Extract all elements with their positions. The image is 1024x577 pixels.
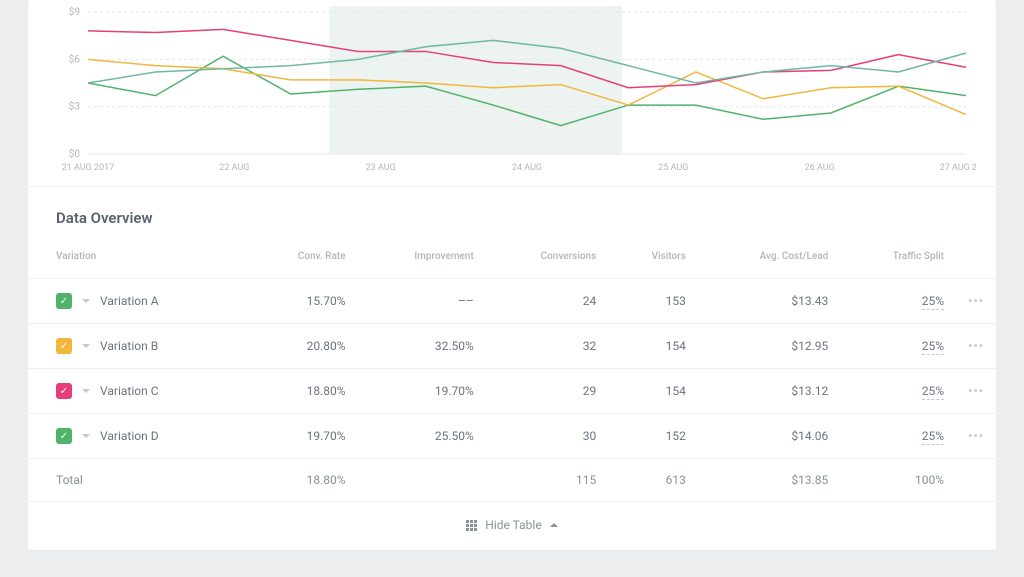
chevron-down-icon[interactable] xyxy=(82,299,90,303)
table-icon xyxy=(466,520,477,531)
col-header: Avg. Cost/Lead xyxy=(698,237,840,279)
conversions: 24 xyxy=(486,279,608,324)
chevron-down-icon[interactable] xyxy=(82,344,90,348)
visitors: 153 xyxy=(608,279,698,324)
x-tick-label: 25 AUG xyxy=(658,163,688,173)
y-tick-label: $0 xyxy=(69,147,81,160)
conversions: 30 xyxy=(486,414,608,459)
overview-header: Data Overview xyxy=(28,187,996,237)
chart-area: $0 $3 $6 $9 21 AUG 2017 22 AUG 23 AUG 24 AUG 25 … xyxy=(28,0,996,186)
conv-rate: 20.80% xyxy=(247,324,357,369)
y-tick-label: $9 xyxy=(69,6,80,18)
row-actions-button[interactable]: ••• xyxy=(968,294,984,308)
total-label: Total xyxy=(28,459,247,502)
chevron-up-icon xyxy=(550,523,558,527)
avg-cost-lead: $13.85 xyxy=(698,459,840,502)
conv-rate: 19.70% xyxy=(247,414,357,459)
visitors: 613 xyxy=(608,459,698,502)
overview-table: VariationConv. RateImprovementConversion… xyxy=(28,237,996,502)
variation-name: Variation B xyxy=(100,339,158,353)
traffic-split[interactable]: 25% xyxy=(840,414,956,459)
y-tick-label: $6 xyxy=(69,52,81,65)
col-header: Conversions xyxy=(486,237,608,279)
x-tick-label: 26 AUG xyxy=(805,163,835,173)
col-header: Variation xyxy=(28,237,247,279)
traffic-split[interactable]: 25% xyxy=(840,369,956,414)
variation-name: Variation D xyxy=(100,429,159,443)
conv-rate: 15.70% xyxy=(247,279,357,324)
table-total-row: Total 18.80% 115 613 $13.85 100% xyxy=(28,459,996,502)
avg-cost-lead: $12.95 xyxy=(698,324,840,369)
variation-checkbox[interactable]: ✓ xyxy=(56,383,72,399)
table-row: ✓ Variation B 20.80% 32.50% 32 154 $12.9… xyxy=(28,324,996,369)
chevron-down-icon[interactable] xyxy=(82,389,90,393)
variation-name: Variation C xyxy=(100,384,159,398)
chevron-down-icon[interactable] xyxy=(82,434,90,438)
variation-checkbox[interactable]: ✓ xyxy=(56,293,72,309)
table-row: ✓ Variation D 19.70% 25.50% 30 152 $14.0… xyxy=(28,414,996,459)
row-actions-button[interactable]: ••• xyxy=(968,339,984,353)
visitors: 154 xyxy=(608,369,698,414)
hide-table-button[interactable]: Hide Table xyxy=(28,502,996,550)
conversions: 32 xyxy=(486,324,608,369)
x-tick-label: 23 AUG xyxy=(366,163,396,173)
variation-name: Variation A xyxy=(100,294,159,308)
improvement: 32.50% xyxy=(358,324,486,369)
x-tick-label: 27 AUG 2017 xyxy=(940,163,976,173)
y-tick-label: $3 xyxy=(69,100,80,113)
conv-rate: 18.80% xyxy=(247,459,357,502)
improvement: 19.70% xyxy=(358,369,486,414)
avg-cost-lead: $13.43 xyxy=(698,279,840,324)
line-chart: $0 $3 $6 $9 21 AUG 2017 22 AUG 23 AUG 24 AUG 25 … xyxy=(48,6,976,176)
traffic-split: 100% xyxy=(840,459,956,502)
col-header: Visitors xyxy=(608,237,698,279)
avg-cost-lead: $14.06 xyxy=(698,414,840,459)
traffic-split[interactable]: 25% xyxy=(840,279,956,324)
overview-title: Data Overview xyxy=(56,209,968,227)
x-tick-label: 22 AUG xyxy=(219,163,249,173)
table-row: ✓ Variation C 18.80% 19.70% 29 154 $13.1… xyxy=(28,369,996,414)
avg-cost-lead: $13.12 xyxy=(698,369,840,414)
col-header: Conv. Rate xyxy=(247,237,357,279)
variation-checkbox[interactable]: ✓ xyxy=(56,428,72,444)
hide-table-label: Hide Table xyxy=(485,518,541,532)
visitors: 152 xyxy=(608,414,698,459)
dashboard-card: $0 $3 $6 $9 21 AUG 2017 22 AUG 23 AUG 24 AUG 25 … xyxy=(28,0,996,550)
col-header: Improvement xyxy=(358,237,486,279)
conversions: 115 xyxy=(486,459,608,502)
col-header: Traffic Split xyxy=(840,237,956,279)
row-actions-button[interactable]: ••• xyxy=(968,384,984,398)
improvement xyxy=(358,459,486,502)
traffic-split[interactable]: 25% xyxy=(840,324,956,369)
row-actions-button[interactable]: ••• xyxy=(968,429,984,443)
variation-checkbox[interactable]: ✓ xyxy=(56,338,72,354)
conv-rate: 18.80% xyxy=(247,369,357,414)
improvement: –– xyxy=(358,279,486,324)
improvement: 25.50% xyxy=(358,414,486,459)
visitors: 154 xyxy=(608,324,698,369)
conversions: 29 xyxy=(486,369,608,414)
table-row: ✓ Variation A 15.70% –– 24 153 $13.43 25… xyxy=(28,279,996,324)
x-tick-label: 24 AUG xyxy=(512,163,542,173)
x-tick-label: 21 AUG 2017 xyxy=(62,163,115,173)
